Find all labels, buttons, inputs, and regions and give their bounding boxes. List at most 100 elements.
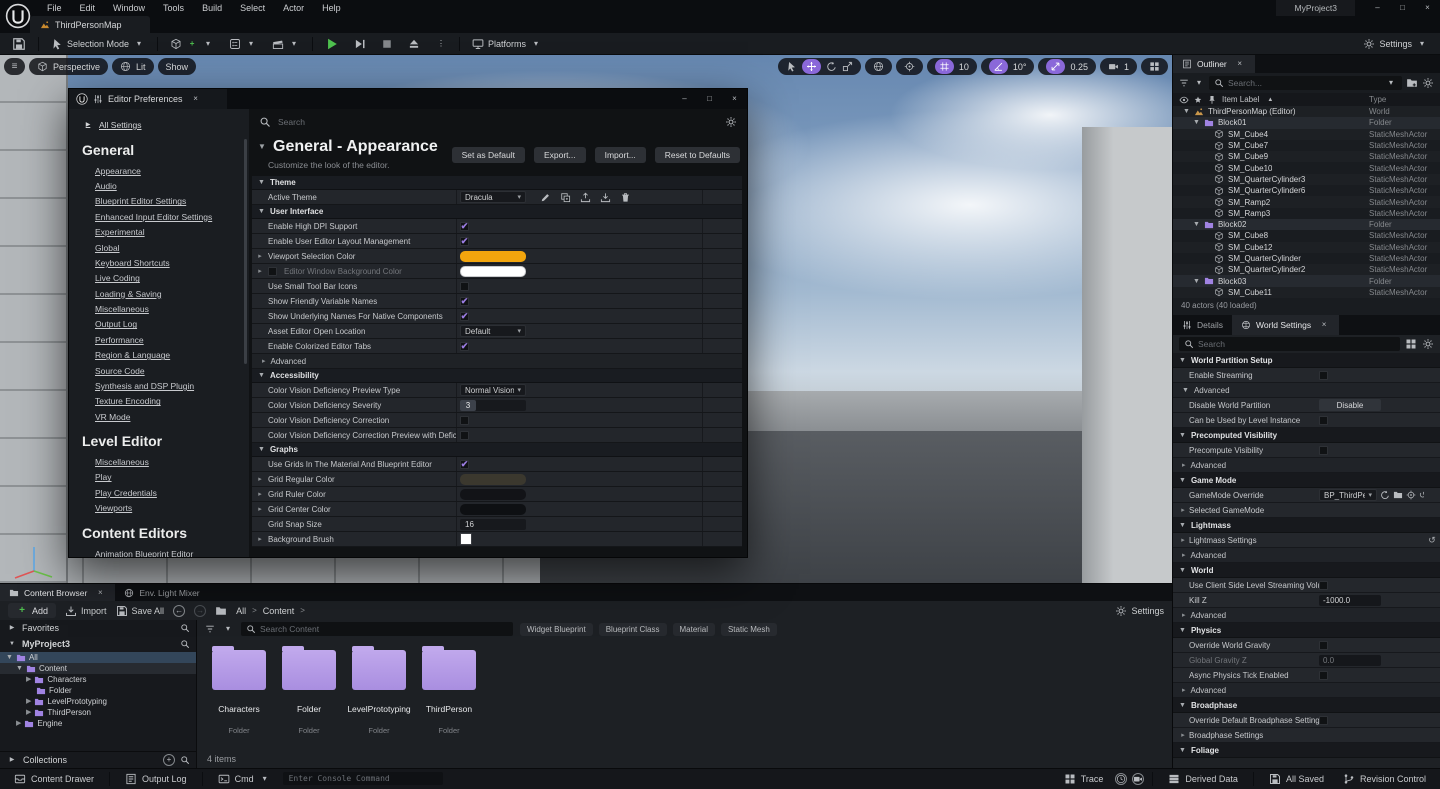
stop-button[interactable] [375,35,399,53]
details-section-header[interactable]: ▼Lightmass [1173,518,1440,533]
outliner-row[interactable]: SM_Cube11StaticMeshActor [1173,287,1440,298]
outliner-column-header[interactable]: Item Label ▲ Type [1173,93,1440,106]
checkbox[interactable] [1319,446,1328,455]
prefs-group-header[interactable]: ▼Accessibility [252,369,742,383]
details-tab[interactable]: Details [1173,315,1232,335]
value-field[interactable]: 16 [460,519,526,530]
trace-timer-button[interactable] [1115,773,1127,785]
checkbox[interactable] [1319,581,1328,590]
close-tab-button[interactable]: × [94,587,106,599]
prefs-sidebar-link[interactable]: Region & Language [69,348,249,363]
cmd-button[interactable]: Cmd▾ [211,769,278,789]
color-swatch[interactable] [460,489,526,500]
folder-tree-item[interactable]: ▼Content [0,663,196,674]
prefs-sidebar-link[interactable]: Synthesis and DSP Plugin [69,378,249,393]
console-command-input[interactable] [283,772,443,785]
asset-search[interactable] [241,622,513,636]
prefs-search-input[interactable] [278,117,718,127]
outliner-row[interactable]: ▼Block02Folder [1173,219,1440,230]
trace-button[interactable]: Trace [1057,769,1111,789]
content-folder-item[interactable]: CharactersFolder [205,644,273,735]
checkbox[interactable]: ✔ [460,297,469,306]
pick-actor-icon[interactable] [1406,490,1416,500]
content-browser-settings-button[interactable]: Settings [1115,605,1164,617]
pin-column-icon[interactable] [1207,95,1217,105]
search-icon[interactable] [180,623,190,633]
scale-tool-icon[interactable] [842,61,853,72]
edit-theme-icon[interactable] [540,192,551,203]
prefs-window-header[interactable]: Editor Preferences × – □ × [69,89,747,109]
details-section-header[interactable]: ▼Game Mode [1173,473,1440,488]
output-log-button[interactable]: Output Log [118,769,194,789]
viewport-layout-button[interactable] [1141,58,1168,75]
prefs-window-tab[interactable]: Editor Preferences × [69,89,227,109]
revision-control-button[interactable]: Revision Control [1336,769,1433,789]
filter-icon[interactable] [205,624,215,634]
breadcrumb-item[interactable]: All [236,606,246,616]
prefs-sidebar-link[interactable]: Output Log [69,317,249,332]
folder-tree-item[interactable]: ▼All [0,652,196,663]
details-section-header[interactable]: ▼World [1173,563,1440,578]
prefs-sidebar-link[interactable]: Animation Blueprint Editor [69,546,249,557]
prefs-group-header[interactable]: ▼Graphs [252,443,742,457]
create-folder-icon[interactable] [1406,77,1418,89]
checkbox[interactable] [1319,641,1328,650]
spinbox[interactable]: 3 [460,400,526,411]
content-folder-item[interactable]: FolderFolder [275,644,343,735]
trace-snapshot-button[interactable] [1132,773,1144,785]
close-tab-button[interactable]: × [1234,58,1246,70]
asset-filter-button[interactable]: Widget Blueprint [520,623,593,636]
prefs-sidebar-link[interactable]: Performance [69,332,249,347]
prefs-sidebar-link[interactable]: Source Code [69,363,249,378]
close-tab-button[interactable]: × [1318,319,1330,331]
duplicate-theme-icon[interactable] [560,192,571,203]
favorites-section[interactable]: ▶ Favorites [0,620,196,636]
eject-button[interactable] [402,35,426,53]
rotation-snap-button[interactable]: 10° [981,58,1035,75]
project-section[interactable]: ▼ MyProject3 [0,636,196,652]
dropdown[interactable]: Normal Vision▾ [460,384,526,396]
outliner-row[interactable]: SM_QuarterCylinder2StaticMeshActor [1173,264,1440,275]
env-light-mixer-tab[interactable]: Env. Light Mixer [115,584,208,601]
override-checkbox[interactable] [268,267,277,276]
checkbox[interactable]: ✔ [460,460,469,469]
platforms-button[interactable]: Platforms ▾ [466,35,548,53]
prefs-sidebar-link[interactable]: Loading & Saving [69,286,249,301]
close-button[interactable]: × [1415,0,1440,16]
folder-tree-item[interactable]: ▶Characters [0,674,196,685]
prefs-group-header[interactable]: ▼User Interface [252,205,742,219]
maximize-button[interactable]: □ [1390,0,1415,16]
world-settings-tab[interactable]: World Settings × [1232,315,1339,335]
surface-snapping-button[interactable] [896,58,923,75]
add-button[interactable]: +Add [8,603,56,618]
editor-mode-select[interactable]: Selection Mode ▾ [45,35,151,53]
reset-to-defaults-button[interactable]: Reset to Defaults [655,147,740,163]
type-column[interactable]: Type [1369,95,1386,104]
toolbar-settings-button[interactable]: Settings ▾ [1357,35,1434,53]
prefs-sidebar-link[interactable]: Experimental [69,225,249,240]
menu-actor[interactable]: Actor [274,3,313,13]
color-swatch[interactable] [460,251,526,262]
prefs-sidebar-link[interactable]: Miscellaneous [69,301,249,316]
details-section-header[interactable]: ▼Precomputed Visibility [1173,428,1440,443]
set-as-default-button[interactable]: Set as Default [452,147,525,163]
prefs-minimize-button[interactable]: – [672,91,697,107]
scale-snap-button[interactable]: 0.25 [1038,58,1096,75]
close-tab-button[interactable]: × [190,93,202,105]
viewport-viewmode-button[interactable]: Lit [112,58,154,75]
prefs-sidebar-link[interactable]: Texture Encoding [69,394,249,409]
gear-icon[interactable] [725,116,737,128]
menu-help[interactable]: Help [313,3,350,13]
back-button[interactable]: ← [173,605,185,617]
asset-filter-button[interactable]: Static Mesh [721,623,777,636]
dropdown[interactable]: Dracula▾ [460,191,526,203]
checkbox[interactable]: ✔ [460,312,469,321]
menu-window[interactable]: Window [104,3,154,13]
outliner-search-input[interactable] [1228,78,1381,88]
outliner-row[interactable]: SM_Cube4StaticMeshActor [1173,129,1440,140]
checkbox[interactable] [460,416,469,425]
play-options-button[interactable]: ⋮ [429,35,453,53]
content-drawer-button[interactable]: Content Drawer [7,769,101,789]
checkbox[interactable] [1319,671,1328,680]
details-section-header[interactable]: ▼World Partition Setup [1173,353,1440,368]
